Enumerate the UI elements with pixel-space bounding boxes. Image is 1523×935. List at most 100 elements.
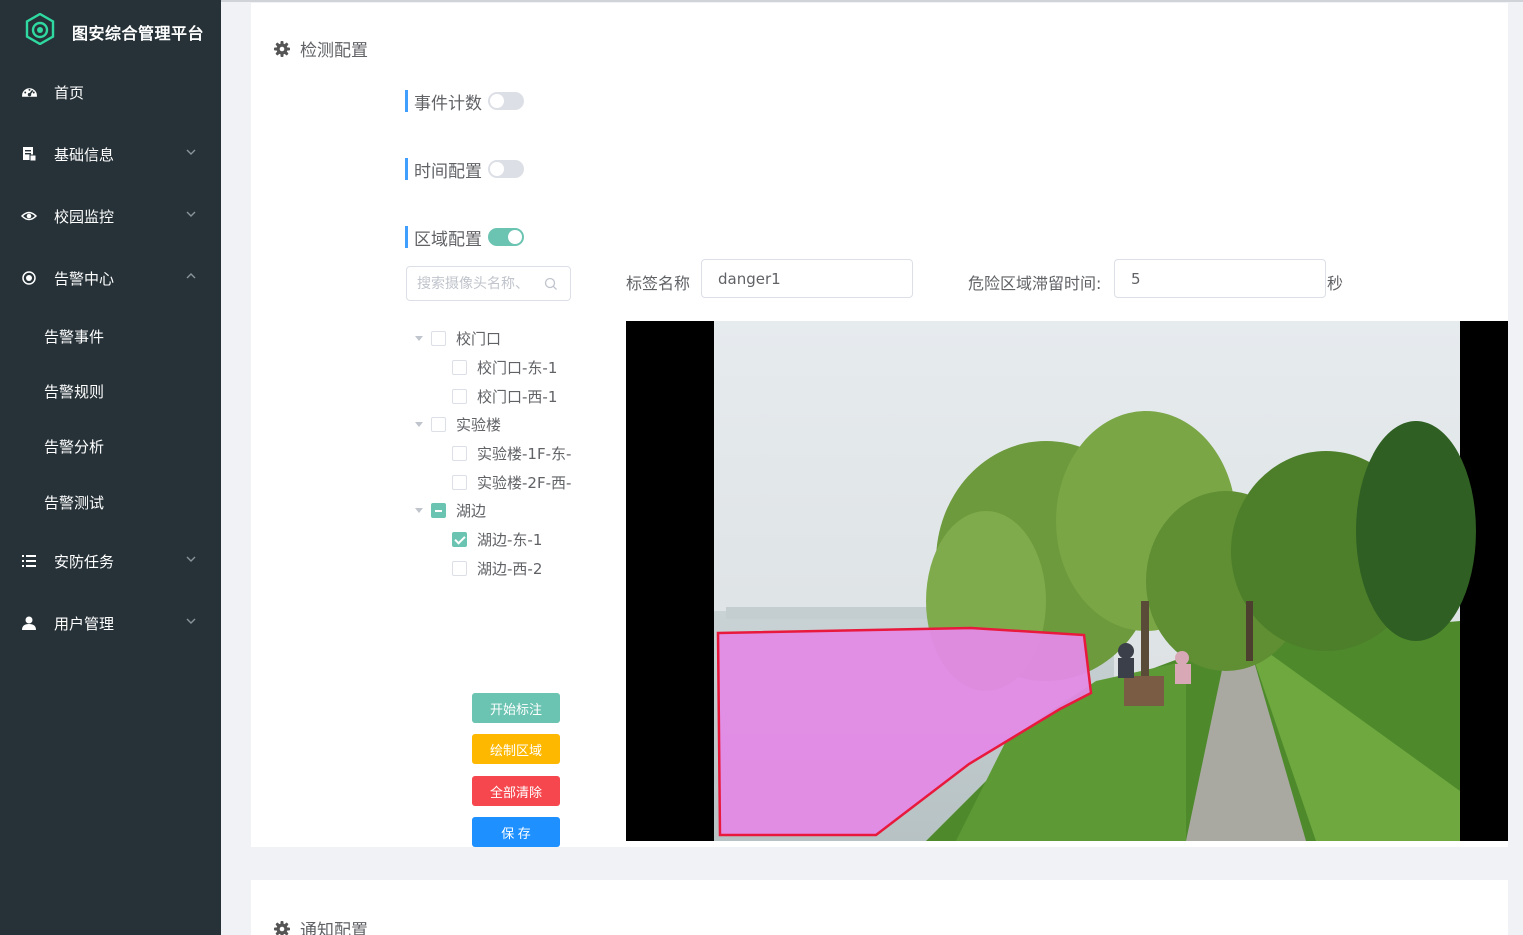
draw-region-button[interactable]: 绘制区域: [472, 734, 560, 764]
tree-node-label: 校门口-东-1: [477, 358, 558, 377]
time-config-row: 时间配置: [405, 157, 524, 182]
notify-config-header: 通知配置: [273, 916, 368, 935]
tree-node-label: 校门口-西-1: [477, 387, 558, 406]
sidebar-item-label: 首页: [54, 84, 85, 102]
logo-icon: [25, 13, 55, 45]
row-marker: [405, 226, 408, 248]
list-icon: [20, 552, 38, 570]
eye-icon: [20, 207, 38, 225]
gear-icon: [274, 920, 290, 935]
chevron-down-icon: [186, 556, 196, 562]
sidebar-item-label: 告警中心: [54, 270, 115, 288]
sidebar-subitem-label: 告警事件: [44, 328, 105, 346]
stay-time-input[interactable]: [1131, 269, 1311, 289]
sidebar: 图安综合管理平台 首页 基础信息 校园监控 告警中心 告警事件 告警规则 告警分…: [0, 0, 221, 935]
camera-search-input[interactable]: [417, 274, 542, 294]
tree-group-lakeside[interactable]: 湖边: [414, 499, 486, 521]
tag-name-label: 标签名称: [626, 274, 691, 293]
sidebar-item-alarm-center[interactable]: 告警中心: [0, 250, 221, 306]
alarm-icon: [20, 269, 38, 287]
tree-checkbox[interactable]: [431, 330, 446, 346]
top-divider: [221, 0, 1523, 2]
caret-down-icon: [415, 422, 423, 427]
area-config-label: 区域配置: [414, 229, 482, 250]
clear-all-button[interactable]: 全部清除: [472, 776, 560, 806]
sidebar-item-security-tasks[interactable]: 安防任务: [0, 533, 221, 589]
tree-checkbox[interactable]: [452, 388, 467, 404]
sidebar-subitem-label: 告警分析: [44, 438, 105, 456]
sidebar-item-label: 校园监控: [54, 208, 115, 226]
tree-item-lab-1f-east[interactable]: 实验楼-1F-东-: [452, 442, 571, 464]
notify-config-panel: [251, 880, 1508, 935]
sidebar-subitem-label: 告警测试: [44, 494, 105, 512]
area-config-switch[interactable]: [488, 228, 524, 246]
switch-knob: [508, 230, 522, 244]
tree-node-label: 湖边-西-2: [477, 559, 543, 578]
tree-group-lab[interactable]: 实验楼: [414, 413, 501, 435]
tree-node-label: 实验楼: [456, 415, 502, 434]
tree-checkbox[interactable]: [431, 416, 446, 432]
tag-name-field: [701, 259, 913, 298]
tag-name-input[interactable]: [718, 269, 898, 289]
sidebar-subitem-alarm-test[interactable]: 告警测试: [0, 477, 221, 527]
section-title: 检测配置: [300, 41, 368, 61]
tree-item-gate-west-1[interactable]: 校门口-西-1: [452, 385, 557, 407]
tree-checkbox-checked[interactable]: [452, 531, 467, 547]
time-config-label: 时间配置: [414, 161, 482, 182]
camera-search: [406, 266, 571, 301]
tree-checkbox[interactable]: [452, 560, 467, 576]
sidebar-subitem-alarm-events[interactable]: 告警事件: [0, 311, 221, 361]
tree-item-lakeside-east-1[interactable]: 湖边-东-1: [452, 528, 542, 550]
brand: 图安综合管理平台: [0, 0, 221, 60]
tree-node-label: 实验楼-1F-东-: [477, 444, 572, 463]
stay-time-label: 危险区域滞留时间:: [968, 274, 1102, 293]
tree-node-label: 湖边: [456, 501, 487, 520]
sidebar-item-home[interactable]: 首页: [0, 64, 221, 120]
sidebar-item-basic-info[interactable]: 基础信息: [0, 126, 221, 182]
switch-knob: [490, 94, 504, 108]
dashboard-icon: [20, 83, 38, 101]
detect-config-header: 检测配置: [273, 36, 368, 61]
stay-time-field: [1114, 259, 1326, 298]
tree-checkbox[interactable]: [452, 445, 467, 461]
stay-time-unit: 秒: [1327, 274, 1344, 293]
user-icon: [20, 614, 38, 632]
gear-icon: [274, 40, 290, 57]
sidebar-item-label: 安防任务: [54, 553, 115, 571]
tree-checkbox-indeterminate[interactable]: [431, 502, 446, 518]
start-annotate-button[interactable]: 开始标注: [472, 693, 560, 723]
caret-down-icon: [415, 508, 423, 513]
event-count-label: 事件计数: [414, 93, 482, 114]
row-marker: [405, 90, 408, 112]
document-icon: [20, 145, 38, 163]
row-marker: [405, 158, 408, 180]
sidebar-item-user-management[interactable]: 用户管理: [0, 595, 221, 651]
event-count-switch[interactable]: [488, 92, 524, 110]
chevron-down-icon: [186, 149, 196, 155]
tree-item-lab-2f-west[interactable]: 实验楼-2F-西-: [452, 471, 571, 493]
tree-item-lakeside-west-2[interactable]: 湖边-西-2: [452, 557, 542, 579]
camera-frame-image: [626, 321, 1508, 841]
sidebar-item-label: 基础信息: [54, 146, 115, 164]
sidebar-subitem-alarm-rules[interactable]: 告警规则: [0, 366, 221, 416]
search-icon: [544, 277, 557, 290]
tree-item-gate-east-1[interactable]: 校门口-东-1: [452, 356, 557, 378]
chevron-down-icon: [186, 211, 196, 217]
chevron-up-icon: [186, 273, 196, 279]
event-count-row: 事件计数: [405, 89, 524, 114]
sidebar-subitem-alarm-analysis[interactable]: 告警分析: [0, 421, 221, 471]
caret-down-icon: [415, 336, 423, 341]
time-config-switch[interactable]: [488, 160, 524, 178]
tree-checkbox[interactable]: [452, 474, 467, 490]
tree-node-label: 实验楼-2F-西-: [477, 473, 572, 492]
save-button[interactable]: 保 存: [472, 817, 560, 847]
tree-node-label: 湖边-东-1: [477, 530, 543, 549]
tree-node-label: 校门口: [456, 329, 502, 348]
tree-group-gate[interactable]: 校门口: [414, 327, 501, 349]
camera-preview[interactable]: [626, 321, 1508, 841]
sidebar-item-campus-monitor[interactable]: 校园监控: [0, 188, 221, 244]
sidebar-subitem-label: 告警规则: [44, 383, 105, 401]
tree-checkbox[interactable]: [452, 359, 467, 375]
section-title: 通知配置: [300, 921, 368, 935]
sidebar-item-label: 用户管理: [54, 615, 115, 633]
